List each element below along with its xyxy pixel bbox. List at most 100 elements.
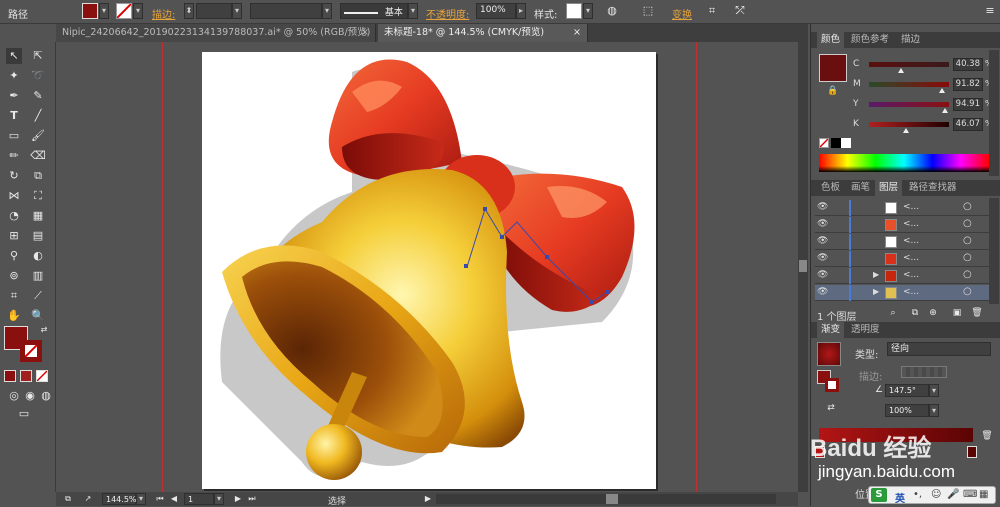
panel-menu-icon[interactable]: ≡ (982, 3, 998, 19)
canvas-vertical-scrollbar[interactable] (798, 42, 808, 492)
channel-slider[interactable] (869, 122, 949, 133)
gradient-tool-icon[interactable]: ▤ (30, 228, 46, 244)
new-sublayer-icon[interactable]: ⊕ (925, 305, 941, 321)
graph-tool-icon[interactable]: ▥ (30, 268, 46, 284)
paintbrush-icon[interactable]: 🖌 (30, 128, 46, 144)
screen-mode-icon[interactable]: ▭ (16, 406, 32, 422)
zoom-input[interactable]: 144.5% (102, 493, 137, 505)
free-transform-icon[interactable]: ⛶ (30, 188, 46, 204)
style-dropdown[interactable]: ▾ (583, 3, 593, 19)
artboard[interactable] (202, 52, 656, 489)
slider-handle[interactable] (939, 88, 946, 93)
curvature-tool-icon[interactable]: ✎ (30, 88, 46, 104)
scroll-thumb[interactable] (799, 260, 807, 272)
color-spectrum[interactable] (819, 154, 989, 172)
artboard-nav-icon[interactable]: ⧉ (60, 491, 76, 507)
channel-slider[interactable] (869, 82, 949, 93)
swap-colors-icon[interactable]: ⇄ (36, 322, 52, 338)
scroll-thumb[interactable] (606, 494, 618, 504)
brush-dropdown[interactable]: ▾ (408, 3, 418, 19)
pen-tool-icon[interactable]: ✒ (6, 88, 22, 104)
current-fill-swatch[interactable] (819, 54, 847, 82)
profile-dropdown[interactable]: ▾ (322, 3, 332, 19)
stroke-gradient-options[interactable] (901, 366, 947, 378)
gradient-preview[interactable] (817, 342, 841, 366)
transform-link[interactable]: 变换 (672, 6, 692, 21)
stroke-color-box[interactable] (20, 340, 42, 362)
tab-document-2[interactable]: 未标题-18* @ 144.5% (CMYK/预览) × (378, 24, 588, 42)
visibility-eye-icon[interactable]: 👁 (817, 236, 828, 246)
canvas-horizontal-scrollbar[interactable] (436, 494, 776, 504)
artboard-dropdown[interactable]: ▾ (214, 493, 224, 505)
tab-layers[interactable]: 图层 (875, 180, 903, 196)
stroke-weight-input[interactable] (196, 3, 232, 19)
expand-arrow-icon[interactable]: ▶ (873, 270, 879, 279)
gradient-stop[interactable] (967, 446, 977, 458)
opacity-link[interactable]: 不透明度: (426, 6, 469, 21)
ime-emoji-icon[interactable]: ☺ (931, 489, 941, 500)
tab-pathfinder[interactable]: 路径查找器 (905, 180, 961, 196)
ime-keyboard-icon[interactable]: ⌨ (963, 489, 977, 500)
slider-handle[interactable] (902, 128, 909, 133)
aspect-ratio-input[interactable]: 100% (885, 404, 929, 417)
isolate-icon[interactable]: ⌗ (704, 3, 720, 19)
opacity-dropdown[interactable]: ▸ (516, 3, 526, 19)
none-swatch[interactable] (819, 138, 829, 148)
draw-mode-icon[interactable]: ◎ (6, 388, 22, 404)
ime-skin-icon[interactable]: ▦ (979, 489, 988, 500)
channel-value-input[interactable]: 91.82 (953, 78, 983, 91)
fill-color-swatch[interactable] (82, 3, 98, 19)
draw-behind-icon[interactable]: ◉ (22, 388, 38, 404)
color-mode-icon[interactable] (4, 370, 16, 382)
slider-handle[interactable] (941, 108, 948, 113)
type-tool-icon[interactable]: T (6, 108, 22, 124)
flip-icon[interactable]: ⤱ (732, 3, 748, 19)
none-mode-icon[interactable] (36, 370, 48, 382)
layer-row[interactable]: 👁 ▶ <... ○ (815, 285, 991, 301)
scale-tool-icon[interactable]: ⧉ (30, 168, 46, 184)
lasso-icon[interactable]: ➰ (30, 68, 46, 84)
ime-mode[interactable]: 英 (895, 490, 905, 505)
status-menu-icon[interactable]: ▶ (420, 491, 436, 507)
stroke-color-swatch[interactable] (116, 3, 132, 19)
bell-artwork[interactable] (202, 52, 656, 489)
angle-dropdown[interactable]: ▾ (929, 384, 939, 397)
channel-slider[interactable] (869, 62, 949, 73)
tab-gradient[interactable]: 渐变 (817, 322, 845, 338)
last-artboard-icon[interactable]: ⏭ (244, 491, 260, 507)
rectangle-tool-icon[interactable]: ▭ (6, 128, 22, 144)
line-tool-icon[interactable]: ╱ (30, 108, 46, 124)
channel-value-input[interactable]: 46.07 (953, 118, 983, 131)
tab-swatches[interactable]: 色板 (817, 180, 844, 196)
artboard-number-input[interactable]: 1 (184, 493, 214, 505)
visibility-eye-icon[interactable]: 👁 (817, 253, 828, 263)
rotate-tool-icon[interactable]: ↻ (6, 168, 22, 184)
variable-width-profile[interactable] (250, 3, 322, 19)
blend-tool-icon[interactable]: ◐ (30, 248, 46, 264)
gradient-mode-icon[interactable] (20, 370, 32, 382)
white-swatch[interactable] (841, 138, 851, 148)
target-circle-icon[interactable]: ○ (963, 269, 972, 280)
target-circle-icon[interactable]: ○ (963, 252, 972, 263)
width-tool-icon[interactable]: ⋈ (6, 188, 22, 204)
draw-inside-icon[interactable]: ◍ (38, 388, 54, 404)
opacity-input[interactable]: 100% (476, 3, 516, 19)
direct-selection-tool-icon[interactable]: ⇱ (30, 48, 46, 64)
reverse-gradient-icon[interactable]: ⇄ (823, 400, 839, 416)
ime-voice-icon[interactable]: 🎤 (947, 489, 959, 500)
ratio-dropdown[interactable]: ▾ (929, 404, 939, 417)
zoom-dropdown[interactable]: ▾ (136, 493, 146, 505)
slider-handle[interactable] (898, 68, 905, 73)
layer-row[interactable]: 👁 <... ○ (815, 234, 991, 250)
artboard-tool-icon[interactable]: ⌗ (6, 288, 22, 304)
visibility-eye-icon[interactable]: 👁 (817, 287, 828, 297)
align-icon[interactable]: ⬚ (640, 3, 656, 19)
tab-document-1[interactable]: Nipic_24206642_20190223134139788037.ai* … (56, 24, 376, 42)
gradient-angle-input[interactable]: 147.5° (885, 384, 929, 397)
black-swatch[interactable] (831, 138, 841, 148)
canvas-area[interactable] (56, 42, 808, 492)
delete-layer-icon[interactable]: 🗑 (969, 305, 985, 321)
layer-row[interactable]: 👁 ▶ <... ○ (815, 268, 991, 284)
pencil-tool-icon[interactable]: ✏ (6, 148, 22, 164)
channel-value-input[interactable]: 94.91 (953, 98, 983, 111)
